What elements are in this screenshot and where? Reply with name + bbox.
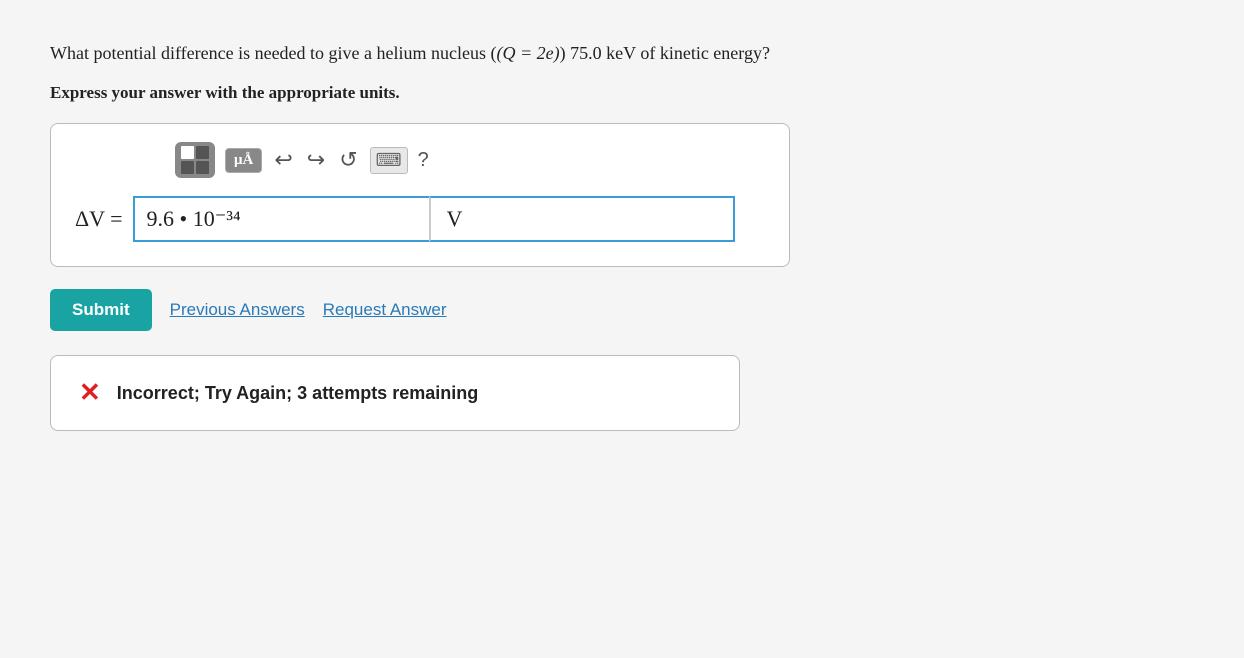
sq2 — [196, 146, 209, 159]
value-input[interactable] — [133, 196, 429, 242]
grid-icon — [181, 146, 209, 174]
incorrect-icon: ✕ — [79, 378, 101, 408]
sub-instruction: Express your answer with the appropriate… — [50, 83, 1194, 103]
unit-label: μÅ — [234, 152, 253, 169]
feedback-box: ✕ Incorrect; Try Again; 3 attempts remai… — [50, 355, 740, 431]
unit-button[interactable]: μÅ — [225, 148, 262, 173]
answer-box: μÅ ↩ ↪ ↺ ⌨ ? ΔV = — [50, 123, 790, 267]
help-icon[interactable]: ? — [418, 149, 429, 172]
question-text: What potential difference is needed to g… — [50, 40, 1194, 67]
request-answer-button[interactable]: Request Answer — [323, 300, 447, 320]
actions-row: Submit Previous Answers Request Answer — [50, 289, 1194, 331]
keyboard-icon[interactable]: ⌨ — [370, 147, 408, 174]
sq4 — [196, 161, 209, 174]
unit-input[interactable] — [429, 196, 735, 242]
redo-icon[interactable]: ↪ — [305, 147, 327, 173]
symbol-palette-button[interactable] — [175, 142, 215, 178]
delta-v-label: ΔV = — [75, 206, 123, 232]
toolbar: μÅ ↩ ↪ ↺ ⌨ ? — [75, 142, 765, 178]
undo-icon[interactable]: ↩ — [272, 147, 294, 173]
feedback-text: Incorrect; Try Again; 3 attempts remaini… — [117, 383, 478, 404]
submit-button[interactable]: Submit — [50, 289, 152, 331]
previous-answers-button[interactable]: Previous Answers — [170, 300, 305, 320]
input-row: ΔV = — [75, 196, 765, 242]
sq1 — [181, 146, 194, 159]
sq3 — [181, 161, 194, 174]
refresh-icon[interactable]: ↺ — [337, 147, 359, 173]
